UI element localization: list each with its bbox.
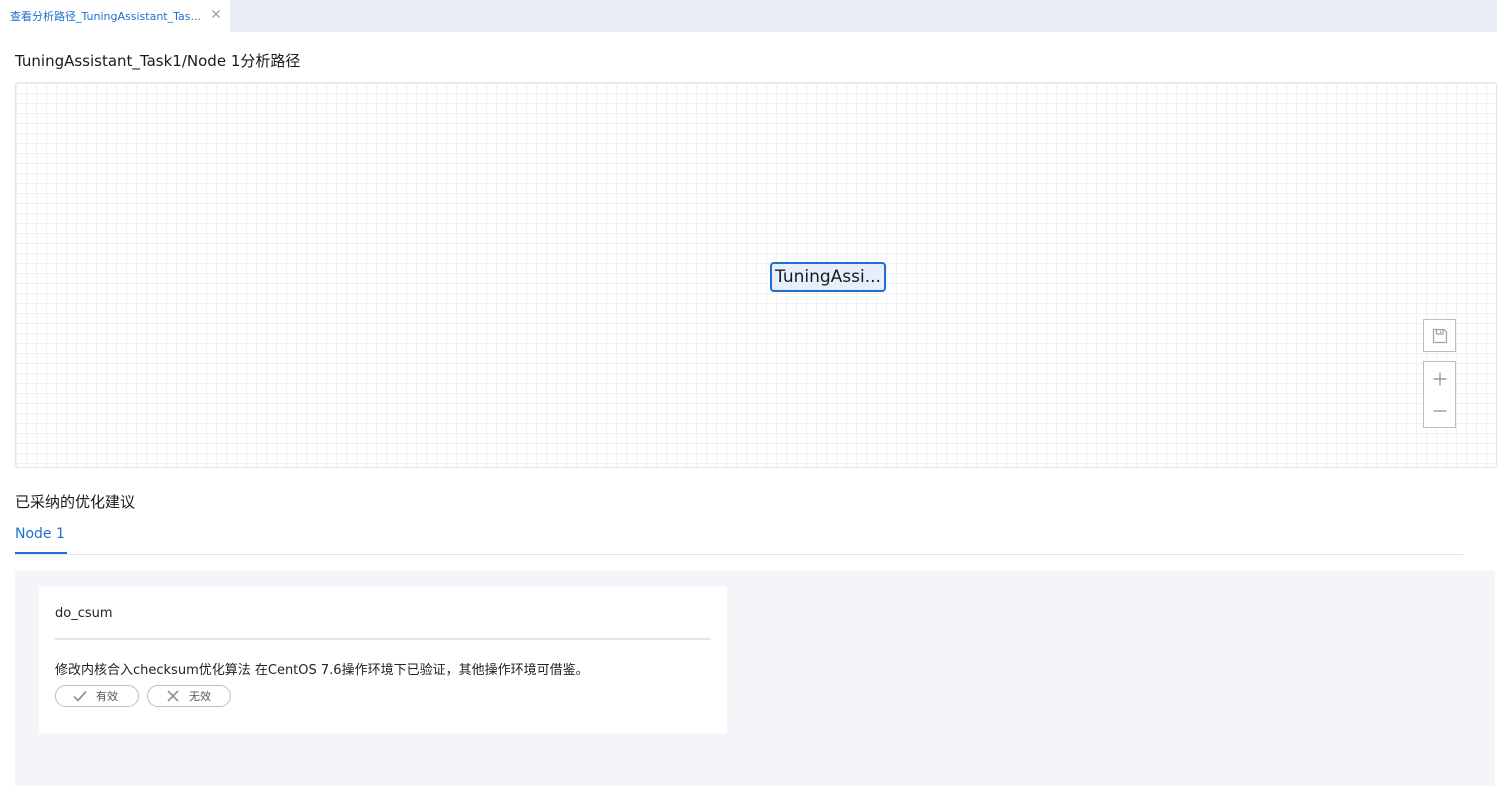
valid-label: 有效 xyxy=(96,690,118,703)
flow-node-task[interactable]: TuningAssi... xyxy=(770,262,886,292)
tab-bar: 查看分析路径_TuningAssistant_Tas... xyxy=(0,0,1497,32)
save-button[interactable] xyxy=(1423,319,1456,352)
invalid-button[interactable]: 无效 xyxy=(147,685,231,707)
tab-analysis-path[interactable]: 查看分析路径_TuningAssistant_Tas... xyxy=(0,0,230,32)
close-icon[interactable] xyxy=(210,8,222,20)
x-icon xyxy=(167,690,179,702)
zoom-in-button[interactable] xyxy=(1424,363,1455,395)
suggestion-card: do_csum 修改内核合入checksum优化算法 在CentOS 7.6操作… xyxy=(39,587,727,733)
page-title: TuningAssistant_Task1/Node 1分析路径 xyxy=(15,52,301,70)
section-title: 已采纳的优化建议 xyxy=(15,493,136,511)
invalid-label: 无效 xyxy=(189,690,211,703)
analysis-path-canvas[interactable]: TuningAssi... xyxy=(15,82,1497,468)
node-tabs: Node 1 xyxy=(15,524,1463,555)
card-description: 修改内核合入checksum优化算法 在CentOS 7.6操作环境下已验证，其… xyxy=(55,663,589,678)
check-icon xyxy=(73,690,87,702)
zoom-in-icon xyxy=(1433,372,1446,385)
zoom-out-icon xyxy=(1433,409,1446,412)
suggestion-panel: do_csum 修改内核合入checksum优化算法 在CentOS 7.6操作… xyxy=(15,571,1495,786)
card-divider xyxy=(55,638,711,640)
tab-node-1[interactable]: Node 1 xyxy=(15,524,67,554)
zoom-out-button[interactable] xyxy=(1424,395,1455,427)
save-icon xyxy=(1432,328,1447,343)
valid-button[interactable]: 有效 xyxy=(55,685,139,707)
zoom-controls xyxy=(1423,361,1456,428)
tab-label: 查看分析路径_TuningAssistant_Tas... xyxy=(10,10,201,23)
card-title: do_csum xyxy=(55,606,113,621)
